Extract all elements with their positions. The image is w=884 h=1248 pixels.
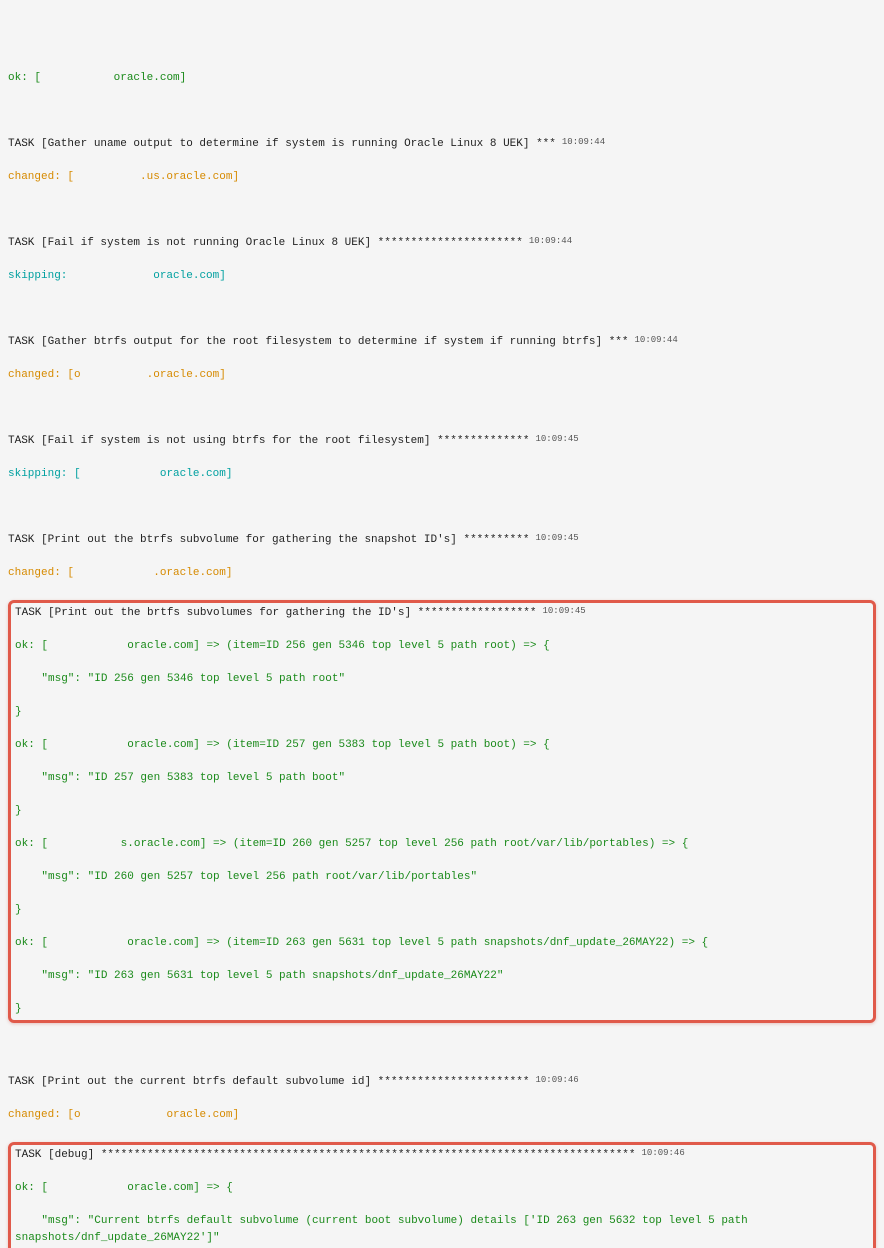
redacted-host xyxy=(74,171,140,183)
redacted-host xyxy=(81,369,147,381)
redacted-host xyxy=(48,640,127,652)
redacted-host xyxy=(81,1109,167,1121)
task-header: TASK [Print out the btrfs subvolume for … xyxy=(8,534,530,546)
task-header: TASK [Print out the brtfs subvolumes for… xyxy=(15,607,537,619)
ok-label: ok: [ xyxy=(15,937,48,949)
ok-label: ok: [ xyxy=(15,838,48,850)
highlight-box-2: TASK [debug] ***************************… xyxy=(8,1142,876,1248)
timestamp: 10:09:45 xyxy=(543,606,586,616)
item-detail: s.oracle.com] => (item=ID 260 gen 5257 t… xyxy=(121,838,689,850)
ok-item-line: ok: [ oracle.com] => { xyxy=(15,1180,869,1197)
ok-item-line: ok: [ oracle.com] => (item=ID 263 gen 56… xyxy=(15,935,869,952)
item-detail: oracle.com] => { xyxy=(127,1182,233,1194)
highlight-box-1: TASK [Print out the brtfs subvolumes for… xyxy=(8,600,876,1023)
msg-line: "msg": "ID 257 gen 5383 top level 5 path… xyxy=(15,770,869,787)
task-line: TASK [Print out the brtfs subvolumes for… xyxy=(15,605,869,622)
task-line: TASK [Print out the btrfs subvolume for … xyxy=(8,532,876,549)
ok-label: ok: [ xyxy=(15,739,48,751)
task-header: TASK [Fail if system is not running Orac… xyxy=(8,237,523,249)
brace: } xyxy=(15,1001,869,1018)
brace: } xyxy=(15,704,869,721)
item-detail: oracle.com] => (item=ID 257 gen 5383 top… xyxy=(127,739,549,751)
blank xyxy=(8,1041,876,1058)
blank xyxy=(8,301,876,318)
host-suffix: oracle.com] xyxy=(160,468,233,480)
ok-item-line: ok: [ oracle.com] => (item=ID 256 gen 53… xyxy=(15,638,869,655)
item-detail: oracle.com] => (item=ID 256 gen 5346 top… xyxy=(127,640,549,652)
changed-line: changed: [o oracle.com] xyxy=(8,1107,876,1124)
host-suffix: oracle.com] xyxy=(107,72,186,84)
redacted-host xyxy=(74,270,153,282)
changed-label: changed: [ xyxy=(8,171,74,183)
skipping-label: skipping: [ xyxy=(8,468,81,480)
task-header: TASK [Gather uname output to determine i… xyxy=(8,138,556,150)
ok-item-line: ok: [ oracle.com] => (item=ID 257 gen 53… xyxy=(15,737,869,754)
task-line: TASK [Gather uname output to determine i… xyxy=(8,136,876,153)
blank xyxy=(8,202,876,219)
host-suffix: .oracle.com] xyxy=(147,369,226,381)
task-line: TASK [Fail if system is not using btrfs … xyxy=(8,433,876,450)
skipping-line: skipping: [ oracle.com] xyxy=(8,466,876,483)
timestamp: 10:09:46 xyxy=(536,1075,579,1085)
changed-line: changed: [ .us.oracle.com] xyxy=(8,169,876,186)
redacted-host xyxy=(48,739,127,751)
changed-line: changed: [ .oracle.com] xyxy=(8,565,876,582)
ok-label: ok: [ xyxy=(15,640,48,652)
item-detail: oracle.com] => (item=ID 263 gen 5631 top… xyxy=(127,937,708,949)
skipping-line: skipping: oracle.com] xyxy=(8,268,876,285)
ok-item-line: ok: [ s.oracle.com] => (item=ID 260 gen … xyxy=(15,836,869,853)
redacted-host xyxy=(74,567,153,579)
host-suffix: oracle.com] xyxy=(166,1109,239,1121)
msg-line: "msg": "Current btrfs default subvolume … xyxy=(15,1213,869,1246)
host-suffix: .us.oracle.com] xyxy=(140,171,239,183)
ok-label: ok: [ xyxy=(8,72,41,84)
blank xyxy=(8,499,876,516)
ok-line: ok: [ oracle.com] xyxy=(8,70,876,87)
task-header: TASK [Print out the current btrfs defaul… xyxy=(8,1076,530,1088)
host-suffix: .oracle.com] xyxy=(153,567,232,579)
timestamp: 10:09:45 xyxy=(536,434,579,444)
msg-line: "msg": "ID 260 gen 5257 top level 256 pa… xyxy=(15,869,869,886)
timestamp: 10:09:46 xyxy=(642,1148,685,1158)
redacted-host xyxy=(41,72,107,84)
msg-line: "msg": "ID 263 gen 5631 top level 5 path… xyxy=(15,968,869,985)
task-line: TASK [debug] ***************************… xyxy=(15,1147,869,1164)
task-header: TASK [Fail if system is not using btrfs … xyxy=(8,435,530,447)
task-header: TASK [Gather btrfs output for the root f… xyxy=(8,336,629,348)
redacted-host xyxy=(48,937,127,949)
task-line: TASK [Print out the current btrfs defaul… xyxy=(8,1074,876,1091)
task-header: TASK [debug] ***************************… xyxy=(15,1149,636,1161)
changed-label: changed: [o xyxy=(8,369,81,381)
changed-line: changed: [o .oracle.com] xyxy=(8,367,876,384)
blank xyxy=(8,103,876,120)
blank xyxy=(8,400,876,417)
task-line: TASK [Fail if system is not running Orac… xyxy=(8,235,876,252)
task-line: TASK [Gather btrfs output for the root f… xyxy=(8,334,876,351)
brace: } xyxy=(15,902,869,919)
brace: } xyxy=(15,803,869,820)
timestamp: 10:09:44 xyxy=(562,137,605,147)
changed-label: changed: [o xyxy=(8,1109,81,1121)
timestamp: 10:09:44 xyxy=(635,335,678,345)
host-suffix: oracle.com] xyxy=(153,270,226,282)
changed-label: changed: [ xyxy=(8,567,74,579)
skipping-label: skipping: xyxy=(8,270,74,282)
timestamp: 10:09:44 xyxy=(529,236,572,246)
timestamp: 10:09:45 xyxy=(536,533,579,543)
redacted-host xyxy=(48,838,121,850)
redacted-host xyxy=(48,1182,127,1194)
redacted-host xyxy=(81,468,160,480)
ok-label: ok: [ xyxy=(15,1182,48,1194)
msg-line: "msg": "ID 256 gen 5346 top level 5 path… xyxy=(15,671,869,688)
